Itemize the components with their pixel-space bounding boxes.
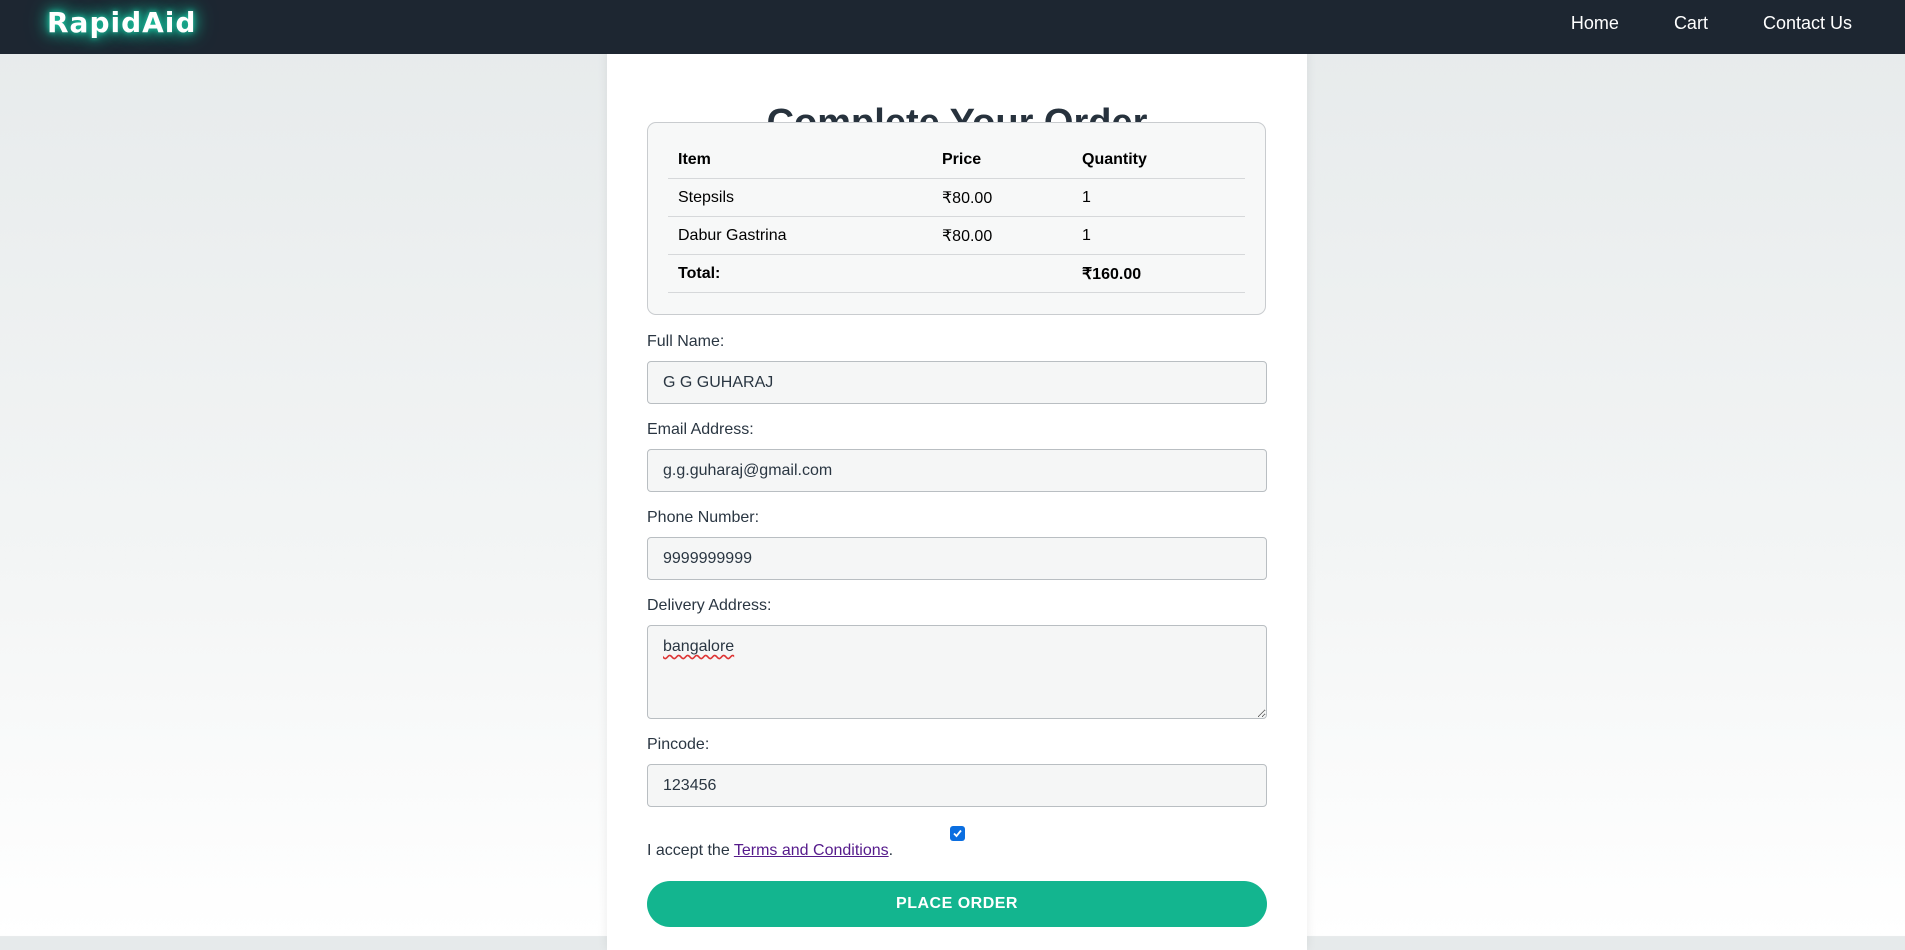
nav-contact-link[interactable]: Contact Us	[1763, 13, 1852, 34]
total-value: ₹160.00	[1072, 254, 1245, 293]
place-order-button[interactable]: PLACE ORDER	[647, 881, 1267, 927]
item-quantity: 1	[1072, 216, 1245, 255]
phone-input[interactable]	[647, 537, 1267, 580]
terms-prefix: I accept the	[647, 842, 730, 859]
column-header-quantity: Quantity	[1072, 141, 1245, 179]
terms-checkbox[interactable]	[950, 826, 965, 841]
pincode-input[interactable]	[647, 764, 1267, 807]
nav-links: Home Cart Contact Us	[1516, 0, 1852, 46]
item-price: ₹80.00	[932, 216, 1072, 255]
email-label: Email Address:	[647, 421, 754, 438]
nav-cart-link[interactable]: Cart	[1674, 13, 1708, 34]
full-name-input[interactable]	[647, 361, 1267, 404]
item-name: Stepsils	[668, 178, 932, 217]
nav-home-link[interactable]: Home	[1571, 13, 1619, 34]
pincode-label: Pincode:	[647, 736, 710, 753]
table-header-row: Item Price Quantity	[668, 141, 1245, 179]
total-label: Total:	[668, 254, 932, 293]
delivery-address-textarea[interactable]: bangalore	[647, 625, 1267, 719]
column-header-item: Item	[668, 141, 932, 179]
terms-text: I accept the Terms and Conditions.	[647, 842, 893, 860]
total-spacer	[932, 254, 1072, 293]
terms-suffix: .	[888, 842, 894, 859]
table-row: Dabur Gastrina ₹80.00 1	[668, 216, 1245, 255]
brand-logo[interactable]: RapidAid	[47, 6, 196, 39]
table-row: Stepsils ₹80.00 1	[668, 178, 1245, 217]
terms-link[interactable]: Terms and Conditions	[734, 842, 889, 859]
total-row: Total: ₹160.00	[668, 254, 1245, 293]
checkmark-icon	[953, 829, 962, 838]
full-name-label: Full Name:	[647, 333, 725, 350]
email-input[interactable]	[647, 449, 1267, 492]
top-navbar: RapidAid Home Cart Contact Us	[0, 0, 1905, 54]
item-name: Dabur Gastrina	[668, 216, 932, 255]
column-header-price: Price	[932, 141, 1072, 179]
order-summary-table: Item Price Quantity Stepsils ₹80.00 1 Da…	[668, 141, 1245, 293]
item-price: ₹80.00	[932, 178, 1072, 217]
item-quantity: 1	[1072, 178, 1245, 217]
phone-label: Phone Number:	[647, 509, 760, 526]
order-summary: Item Price Quantity Stepsils ₹80.00 1 Da…	[647, 122, 1266, 315]
address-label: Delivery Address:	[647, 597, 772, 614]
